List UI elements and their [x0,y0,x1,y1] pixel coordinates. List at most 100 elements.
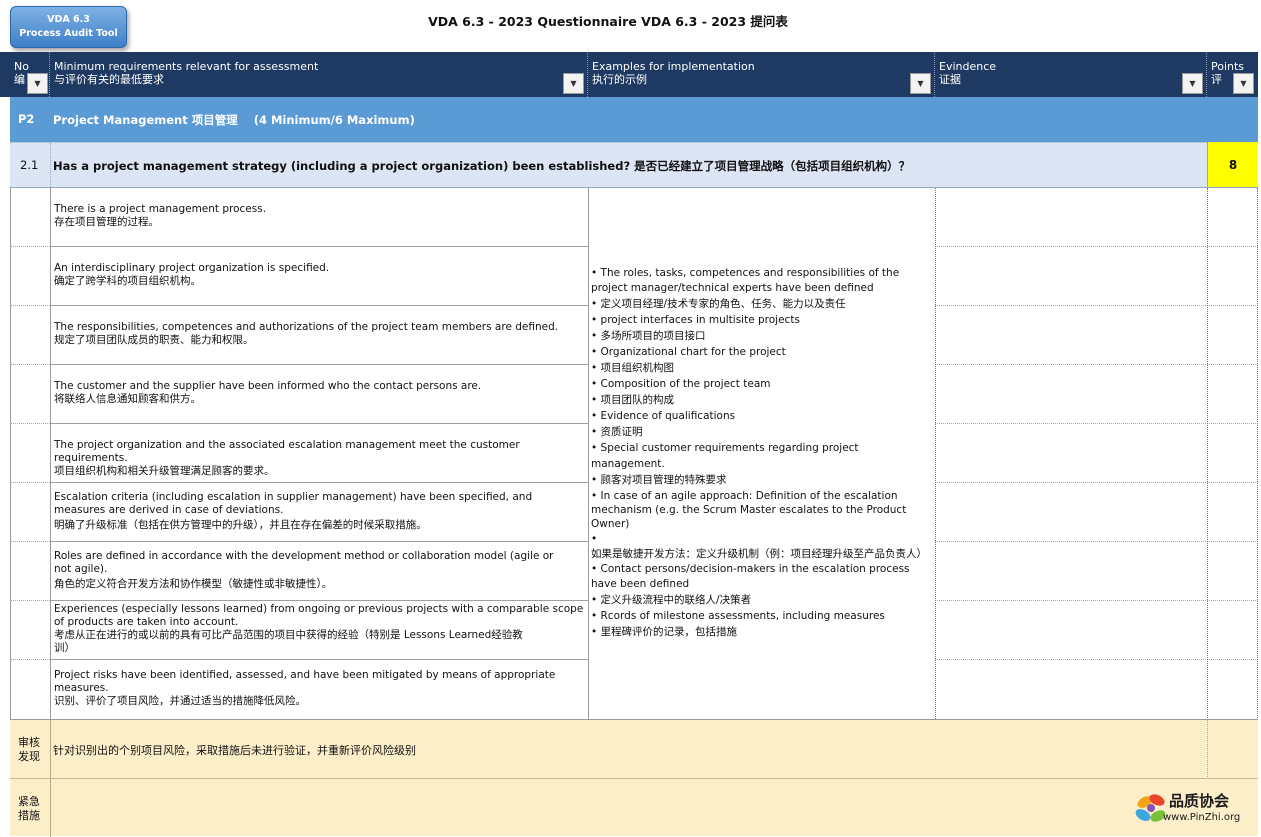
column-divider [935,188,936,719]
header-no-label: No [14,60,29,73]
header-examples-label-zh: 执行的示例 [592,73,647,86]
section-title: Project Management 项目管理 (4 Minimum/6 Max… [53,113,415,127]
requirement-text-en: The customer and the supplier have been … [54,380,482,392]
example-line: • project interfaces in multisite projec… [591,314,800,326]
grid-line [935,600,1258,601]
requirement-text-zh: 规定了项目团队成员的职责、能力和权限。 [54,334,254,346]
header-no: No 编 ▼ [10,52,50,97]
urgent-measures-row[interactable]: 紧急措施 [10,778,1258,837]
requirement-text-zh: 考虑从正在进行的或以前的具有可比产品范围的项目中获得的经验（特别是 Lesson… [54,629,523,654]
audit-findings-row[interactable]: 审核发现 针对识别出的个别项目风险，采取措施后未进行验证，并重新评价风险级别 [10,719,1258,779]
grid-line [935,482,1258,483]
requirement-text-zh: 识别、评价了项目风险，并通过适当的措施降低风险。 [54,695,306,707]
grid-line [935,423,1258,424]
header-requirements-label-zh: 与评价有关的最低要求 [54,73,164,86]
example-line: • In case of an agile approach: Definiti… [591,490,907,530]
grid-line [935,305,1258,306]
header-evidence: Evindence 证据 ▼ [935,52,1207,97]
column-divider [1207,720,1208,779]
example-line: • Rcords of milestone assessments, inclu… [591,610,885,622]
filter-dropdown-icon[interactable]: ▼ [1182,73,1203,94]
findings-text: 针对识别出的个别项目风险，采取措施后未进行验证，并重新评价风险级别 [53,744,416,757]
table-header: No 编 ▼ Minimum requirements relevant for… [0,52,1258,97]
requirement-row[interactable]: The customer and the supplier have been … [50,365,588,424]
filter-dropdown-icon[interactable]: ▼ [1233,73,1254,94]
header-requirements-label: Minimum requirements relevant for assess… [54,60,319,73]
requirement-text-en: Roles are defined in accordance with the… [54,550,554,575]
requirement-text-en: The project organization and the associa… [54,439,520,464]
requirement-text-zh: 将联络人信息通知顾客和供方。 [54,393,201,405]
points-cell[interactable]: 8 [1207,142,1258,188]
requirement-text-zh: 明确了升级标准（包括在供方管理中的升级），并且在存在偏差的时候采取措施。 [54,519,427,531]
requirement-text-en: Project risks have been identified, asse… [54,669,556,694]
grid-line [935,246,1258,247]
example-line: • 定义升级流程中的联络人/决策者 [591,594,752,606]
question-row[interactable]: 2.1 Has a project management strategy (i… [10,142,1258,189]
example-line: • Evidence of qualifications [591,410,736,422]
requirement-row[interactable]: Experiences (especially lessons learned)… [50,601,588,660]
question-number: 2.1 [20,158,39,172]
requirement-row[interactable]: Project risks have been identified, asse… [50,660,588,719]
header-requirements: Minimum requirements relevant for assess… [50,52,588,97]
requirement-text-zh: 角色的定义符合开发方法和协作模型（敏捷性或非敏捷性）。 [54,578,333,590]
requirement-text-zh: 项目组织机构和相关升级管理满足顾客的要求。 [54,465,275,477]
logo-url: www.PinZhi.org [1163,812,1241,823]
example-line: • 多场所项目的项目接口 [591,330,706,342]
examples-cell[interactable]: • The roles, tasks, competences and resp… [588,188,935,719]
grid-line [935,364,1258,365]
requirement-text-en: Experiences (especially lessons learned)… [54,603,584,628]
requirement-text-en: The responsibilities, competences and au… [54,321,559,333]
example-line: • 项目团队的构成 [591,394,675,406]
urgent-label: 紧急措施 [18,795,40,822]
pinzhi-logo: 品质协会 www.PinZhi.org [1131,790,1255,830]
grid-line [935,659,1258,660]
requirement-row[interactable]: Escalation criteria (including escalatio… [50,483,588,542]
grid-line [10,541,50,542]
page-title: VDA 6.3 - 2023 Questionnaire VDA 6.3 - 2… [428,14,788,29]
grid-line [935,541,1258,542]
header-examples: Examples for implementation 执行的示例 ▼ [588,52,935,97]
grid-line [10,659,50,660]
header-evidence-label: Evindence [939,60,997,73]
requirement-row[interactable]: There is a project management process. 存… [50,188,588,247]
grid-line [10,423,50,424]
header-points: Points 评 ▼ [1207,52,1258,97]
requirement-text-zh: 确定了跨学科的项目组织机构。 [54,275,201,287]
requirement-text-en: Escalation criteria (including escalatio… [54,491,533,516]
example-line: • 项目组织机构图 [591,362,675,374]
requirement-text-en: There is a project management process. [54,203,267,215]
example-line: 如果是敏捷开发方法：定义升级机制（例：项目经理升级至产品负责人） [591,548,927,560]
example-line: • Contact persons/decision-makers in the… [591,563,910,590]
header-points-label: Points [1211,60,1245,73]
requirement-text-en: An interdisciplinary project organizatio… [54,262,330,274]
column-divider [50,720,51,779]
example-line: • 定义项目经理/技术专家的角色、任务、能力以及责任 [591,298,846,310]
grid-line [10,364,50,365]
example-line: • Composition of the project team [591,378,771,390]
example-line: • 顾客对项目管理的特殊要求 [591,474,727,486]
requirement-row[interactable]: The project organization and the associa… [50,424,588,483]
column-divider [50,779,51,837]
requirement-text-zh: 存在项目管理的过程。 [54,216,159,228]
example-line: • 里程碑评价的记录，包括措施 [591,626,738,638]
requirement-row[interactable]: Roles are defined in accordance with the… [50,542,588,601]
requirement-row[interactable]: An interdisciplinary project organizatio… [50,247,588,306]
question-text: Has a project management strategy (inclu… [53,159,911,173]
example-line: • The roles, tasks, competences and resp… [591,267,900,294]
grid-line [10,600,50,601]
logo-name: 品质协会 [1169,792,1230,810]
example-line: • Special customer requirements regardin… [591,442,859,470]
header-examples-label: Examples for implementation [592,60,755,73]
example-line: • [591,533,598,545]
filter-dropdown-icon[interactable]: ▼ [910,73,931,94]
filter-dropdown-icon[interactable]: ▼ [27,73,48,94]
section-code: P2 [18,112,35,126]
grid-line [10,305,50,306]
section-row[interactable]: P2 Project Management 项目管理 (4 Minimum/6 … [10,97,1258,142]
findings-label: 审核发现 [18,736,40,763]
grid-line [10,482,50,483]
grid-line [10,246,50,247]
example-line: • 资质证明 [591,426,643,438]
filter-dropdown-icon[interactable]: ▼ [563,73,584,94]
requirement-row[interactable]: The responsibilities, competences and au… [50,306,588,365]
